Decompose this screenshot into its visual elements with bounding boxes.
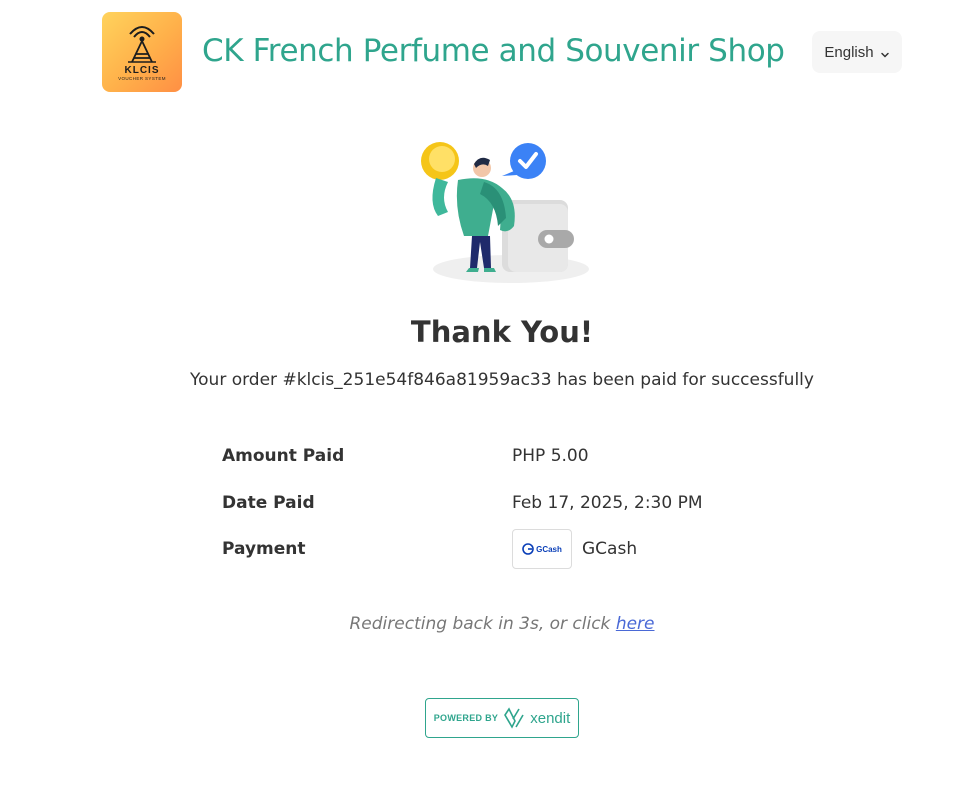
redirect-message: Redirecting back in 3s, or click here bbox=[0, 614, 968, 634]
date-paid-value: Feb 17, 2025, 2:30 PM bbox=[512, 493, 703, 513]
gcash-logo: GCash bbox=[512, 529, 572, 569]
header: KLCIS VOUCHER SYSTEM CK French Perfume a… bbox=[0, 0, 968, 110]
logo-main-text: KLCIS bbox=[124, 65, 160, 76]
gcash-logo-text: GCash bbox=[536, 544, 562, 554]
language-select-value: English bbox=[824, 43, 874, 61]
shop-logo: KLCIS VOUCHER SYSTEM bbox=[102, 12, 182, 92]
language-select[interactable]: English bbox=[812, 31, 902, 73]
xendit-logo-icon bbox=[504, 707, 524, 729]
powered-by-xendit[interactable]: POWERED BY xendit bbox=[425, 698, 579, 738]
amount-paid-value: PHP 5.00 bbox=[512, 446, 589, 466]
page-title: Thank You! bbox=[410, 315, 594, 349]
shop-name: CK French Perfume and Souvenir Shop bbox=[202, 33, 785, 69]
redirect-text: Redirecting back in 3s, or click bbox=[349, 614, 616, 634]
logo-sub-text: VOUCHER SYSTEM bbox=[118, 76, 166, 81]
payment-success-illustration bbox=[421, 142, 589, 283]
payment-label: Payment bbox=[222, 539, 306, 559]
chevron-down-icon bbox=[880, 47, 890, 58]
payment-method-value: GCash bbox=[582, 539, 638, 559]
date-paid-label: Date Paid bbox=[222, 493, 315, 513]
order-status-message: Your order #klcis_251e54f846a81959ac33 h… bbox=[190, 370, 814, 390]
amount-paid-label: Amount Paid bbox=[222, 446, 345, 466]
redirect-link[interactable]: here bbox=[616, 614, 655, 634]
gcash-icon bbox=[522, 543, 534, 555]
powered-by-label: POWERED BY bbox=[433, 713, 499, 723]
xendit-brand: xendit bbox=[530, 709, 571, 727]
